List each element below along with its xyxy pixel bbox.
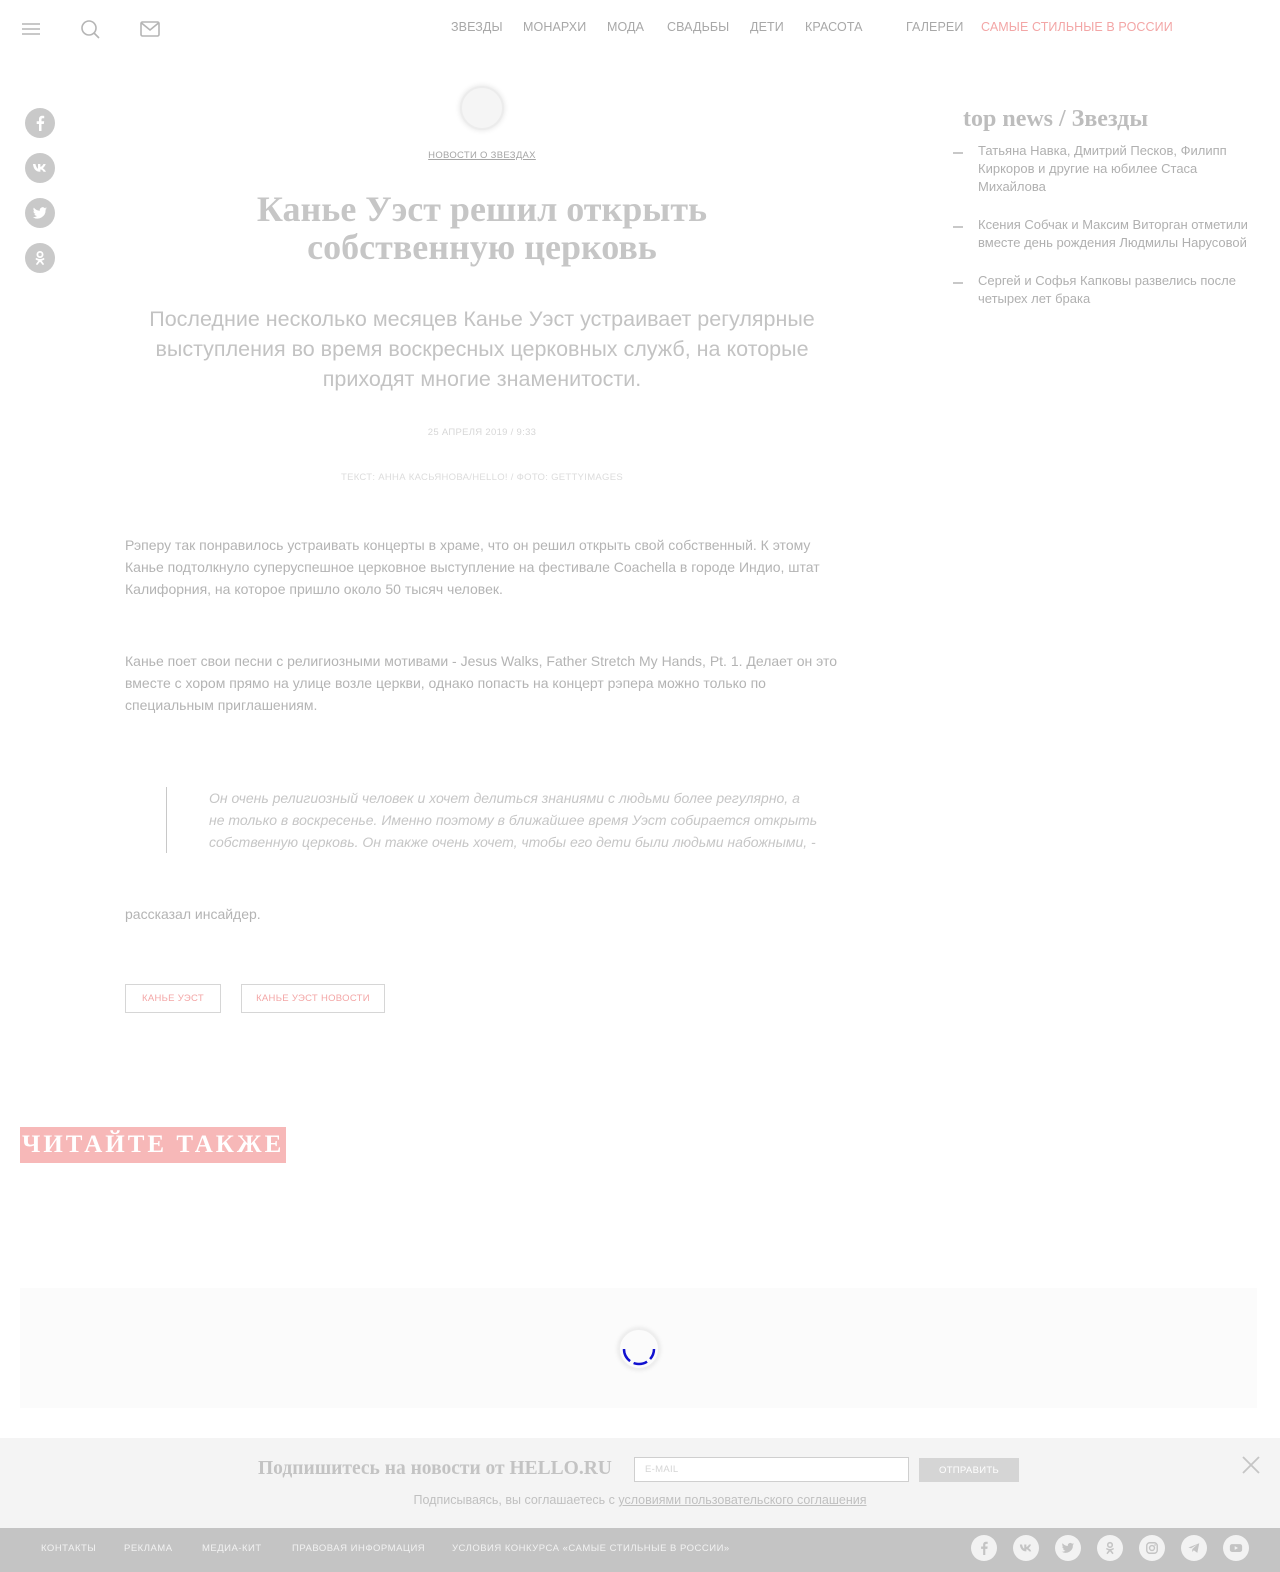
top-bar: ЗВЕЗДЫ МОНАРХИ МОДА СВАДЬБЫ ДЕТИ КРАСОТА… xyxy=(0,0,1280,58)
quote-divider xyxy=(166,787,167,853)
tag-kanye-west[interactable]: КАНЬЕ УЭСТ xyxy=(125,984,221,1013)
twitter-icon[interactable] xyxy=(25,198,55,228)
user-agreement-link[interactable]: условиями пользовательского соглашения xyxy=(618,1493,866,1507)
close-icon[interactable] xyxy=(1240,1454,1262,1476)
instagram-icon[interactable] xyxy=(1139,1535,1165,1561)
dash-icon xyxy=(953,152,963,154)
odnoklassniki-icon[interactable] xyxy=(1097,1535,1123,1561)
footer: КОНТАКТЫ РЕКЛАМА МЕДИА-КИТ ПРАВОВАЯ ИНФО… xyxy=(0,1528,1280,1572)
nav-most-stylish[interactable]: САМЫЕ СТИЛЬНЫЕ В РОССИИ xyxy=(981,20,1173,34)
submit-button[interactable]: ОТПРАВИТЬ xyxy=(919,1458,1019,1482)
dash-icon xyxy=(953,282,963,284)
article-title: Канье Уэст решил открыть собственную цер… xyxy=(256,189,708,267)
article-paragraph: Рэперу так понравилось устраивать концер… xyxy=(125,537,820,597)
subscribe-title: Подпишитесь на новости от HELLO.RU xyxy=(258,1458,612,1479)
twitter-icon[interactable] xyxy=(1055,1535,1081,1561)
read-also-heading: ЧИТАЙТЕ ТАКЖЕ xyxy=(20,1127,287,1163)
odnoklassniki-icon[interactable] xyxy=(25,243,55,273)
youtube-icon[interactable] xyxy=(1223,1535,1249,1561)
facebook-icon[interactable] xyxy=(971,1535,997,1561)
subscribe-banner: Подпишитесь на новости от HELLO.RU E-MAI… xyxy=(0,1438,1280,1528)
related-loading-area xyxy=(20,1288,1257,1408)
subscribe-note: Подписываясь, вы соглашаетесь с условиям… xyxy=(0,1493,1280,1507)
article-quote: Он очень религиозный человек и хочет дел… xyxy=(209,790,818,850)
article-lead: Последние несколько месяцев Канье Уэст у… xyxy=(149,307,815,391)
nav-monarchs[interactable]: МОНАРХИ xyxy=(523,20,586,34)
nav-fashion[interactable]: МОДА xyxy=(607,20,644,34)
article-paragraph: Канье поет свои песни с религиозными мот… xyxy=(125,653,838,713)
footer-link-legal[interactable]: ПРАВОВАЯ ИНФОРМАЦИЯ xyxy=(292,1543,425,1554)
top-news-title: top news / Звезды xyxy=(963,106,1149,132)
dash-icon xyxy=(953,226,963,228)
share-bar xyxy=(25,108,55,288)
loading-spinner-icon xyxy=(618,1328,660,1370)
top-news-text[interactable]: Сергей и Софья Капковы развелись после ч… xyxy=(978,272,1263,308)
footer-link-media-kit[interactable]: МЕДИА-КИТ xyxy=(202,1543,262,1554)
telegram-icon[interactable] xyxy=(1181,1535,1207,1561)
footer-link-ads[interactable]: РЕКЛАМА xyxy=(124,1543,173,1554)
facebook-icon[interactable] xyxy=(25,108,55,138)
main-nav: ЗВЕЗДЫ МОНАРХИ МОДА СВАДЬБЫ ДЕТИ КРАСОТА… xyxy=(0,20,1280,38)
vk-icon[interactable] xyxy=(1013,1535,1039,1561)
nav-kids[interactable]: ДЕТИ xyxy=(750,20,784,34)
article-paragraph: рассказал инсайдер. xyxy=(125,906,261,922)
subscribe-note-text: Подписываясь, вы соглашаетесь с xyxy=(413,1493,619,1507)
email-field[interactable]: E-MAIL xyxy=(634,1457,909,1482)
nav-galleries[interactable]: ГАЛЕРЕИ xyxy=(906,20,963,34)
article-credits: ТЕКСТ: АННА КАСЬЯНОВА/HELLO! / ФОТО: GET… xyxy=(340,472,624,483)
article-rubric[interactable]: НОВОСТИ О ЗВЕЗДАХ xyxy=(0,150,964,161)
top-news-text[interactable]: Ксения Собчак и Максим Виторган отметили… xyxy=(978,216,1263,252)
nav-stars[interactable]: ЗВЕЗДЫ xyxy=(451,20,503,34)
top-news-text[interactable]: Татьяна Навка, Дмитрий Песков, Филипп Ки… xyxy=(978,142,1263,196)
nav-weddings[interactable]: СВАДЬБЫ xyxy=(667,20,729,34)
article-date: 25 АПРЕЛЯ 2019 / 9:33 xyxy=(427,427,537,438)
tag-kanye-west-news[interactable]: КАНЬЕ УЭСТ НОВОСТИ xyxy=(241,984,385,1013)
nav-beauty[interactable]: КРАСОТА xyxy=(805,20,863,34)
author-avatar-placeholder xyxy=(460,86,504,130)
footer-link-contest-terms[interactable]: УСЛОВИЯ КОНКУРСА «САМЫЕ СТИЛЬНЫЕ В РОССИ… xyxy=(452,1543,730,1554)
footer-link-contacts[interactable]: КОНТАКТЫ xyxy=(41,1543,96,1554)
